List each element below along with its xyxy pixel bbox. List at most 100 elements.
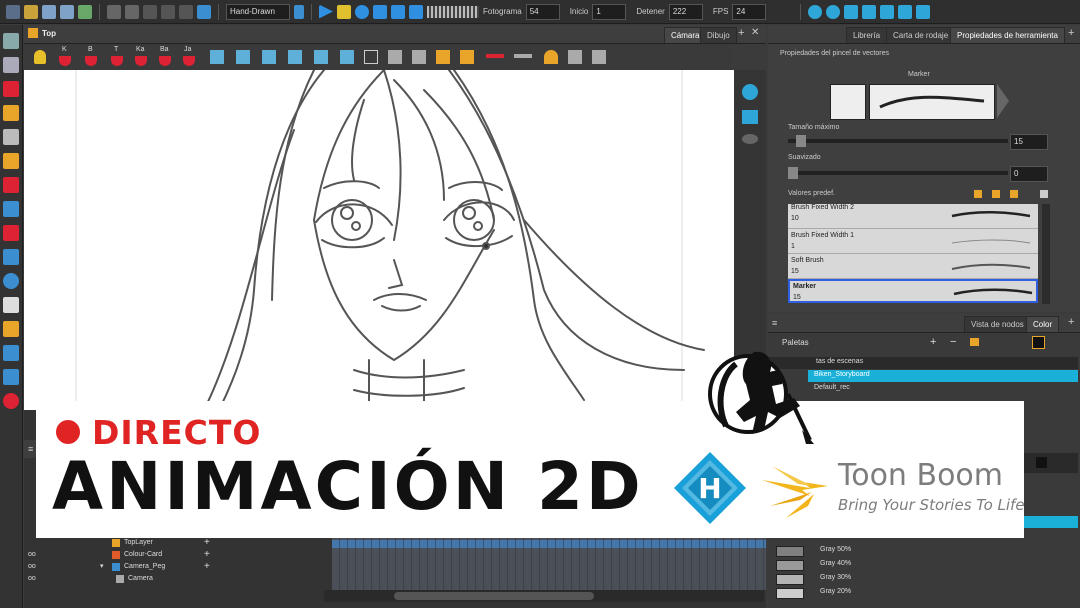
mode-select[interactable]: Hand-Drawn <box>226 3 290 20</box>
open-folder-icon[interactable] <box>24 4 38 19</box>
preset-menu-icon[interactable] <box>1040 190 1048 198</box>
timeline-scrollbar[interactable] <box>324 590 764 602</box>
expand-icon[interactable]: ▾ <box>100 562 104 570</box>
lock-icon[interactable] <box>436 50 450 64</box>
smoothing-slider-handle[interactable] <box>788 167 798 179</box>
stop-field[interactable]: 222 <box>668 3 703 20</box>
add-palette-icon[interactable]: + <box>930 336 936 348</box>
loop-icon[interactable] <box>355 4 369 19</box>
tab-carta-de-rodaje[interactable]: Carta de rodaje <box>886 27 956 43</box>
brush-preset-ba-icon[interactable] <box>159 56 171 66</box>
colour-swatch-black-icon[interactable] <box>1036 457 1047 468</box>
timeline-scroll-thumb[interactable] <box>394 592 594 600</box>
new-file-icon[interactable] <box>6 4 20 19</box>
preset-row-selected[interactable]: Marker 15 <box>788 279 1038 303</box>
preset-row[interactable]: Brush Fixed Width 1 1 <box>788 229 1038 254</box>
add-layer-icon[interactable]: + <box>204 561 210 572</box>
preset-row[interactable]: Brush Fixed Width 2 10 <box>788 204 1038 229</box>
max-size-slider[interactable] <box>788 139 1008 143</box>
bone-icon[interactable] <box>880 4 895 19</box>
light-table-icon[interactable] <box>34 50 46 64</box>
redo-icon[interactable] <box>125 4 139 19</box>
rotate-icon[interactable] <box>826 4 841 19</box>
stroke-width-icon[interactable] <box>486 54 504 58</box>
layer-stack-5-icon[interactable] <box>314 50 328 64</box>
colour-row[interactable]: Gray 50% <box>774 544 1074 557</box>
layers-view-icon[interactable] <box>742 110 758 124</box>
stroke-thin-icon[interactable] <box>514 54 532 58</box>
brush-stroke-preview[interactable] <box>869 84 995 120</box>
layer-stack-2-icon[interactable] <box>236 50 250 64</box>
add-layer-icon[interactable]: + <box>204 537 210 548</box>
remove-palette-icon[interactable]: − <box>950 336 956 348</box>
drawing-canvas[interactable] <box>24 70 734 410</box>
delete-preset-icon[interactable] <box>1010 190 1018 198</box>
flip-icon[interactable] <box>568 50 582 64</box>
reset-view-icon[interactable] <box>412 50 426 64</box>
first-frame-icon[interactable] <box>373 4 387 19</box>
contour-editor-icon[interactable] <box>3 57 19 73</box>
kinematic-icon[interactable] <box>898 4 913 19</box>
play-icon[interactable] <box>319 4 333 19</box>
copy-icon[interactable] <box>161 4 175 19</box>
cutter-tool-icon[interactable] <box>3 225 19 241</box>
undo-icon[interactable] <box>107 4 121 19</box>
paste-icon[interactable] <box>179 4 193 19</box>
folder-icon[interactable] <box>970 338 979 346</box>
close-view-icon[interactable]: ✕ <box>751 27 759 38</box>
cut-icon[interactable] <box>143 4 157 19</box>
preset-row[interactable]: Soft Brush 15 <box>788 254 1038 279</box>
layer-row[interactable]: TopLayer + <box>28 537 328 550</box>
pencil-tool-icon[interactable] <box>3 105 19 121</box>
import-icon[interactable] <box>78 4 92 19</box>
frame-field[interactable]: 54 <box>525 3 560 20</box>
morph-tool-icon[interactable] <box>3 345 19 361</box>
sound-icon[interactable] <box>409 4 423 19</box>
palette-link-icon[interactable] <box>1032 336 1045 349</box>
smoothing-field[interactable]: 0 <box>1010 166 1048 182</box>
smoothing-slider[interactable] <box>788 171 1008 175</box>
layer-stack-6-icon[interactable] <box>340 50 354 64</box>
transform-icon[interactable] <box>808 4 823 19</box>
rename-preset-icon[interactable] <box>992 190 1000 198</box>
timeline-exposure-row[interactable] <box>332 540 766 548</box>
save-as-icon[interactable] <box>60 4 74 19</box>
pivot-tool-icon[interactable] <box>3 321 19 337</box>
layer-stack-4-icon[interactable] <box>288 50 302 64</box>
presets-scrollbar[interactable] <box>1042 204 1050 304</box>
brush-preset-t-icon[interactable] <box>111 56 123 66</box>
panel-menu-icon[interactable]: ≡ <box>28 444 33 454</box>
hand-tool-icon[interactable] <box>3 297 19 313</box>
tab-libreria[interactable]: Librería <box>846 27 888 43</box>
add-panel-icon[interactable]: + <box>1068 27 1074 39</box>
last-frame-icon[interactable] <box>391 4 405 19</box>
max-size-field[interactable]: 15 <box>1010 134 1048 150</box>
chevron-down-icon[interactable] <box>294 4 304 19</box>
brush-preset-b-icon[interactable] <box>85 56 97 66</box>
start-field[interactable]: 1 <box>592 3 627 20</box>
play-selection-icon[interactable] <box>337 4 351 19</box>
tab-propiedades-herramienta[interactable]: Propiedades de herramienta <box>950 27 1065 43</box>
tab-dibujo[interactable]: Dibujo <box>700 27 737 43</box>
breadcrumb[interactable]: Top <box>42 29 56 38</box>
visibility-icon[interactable]: oo <box>28 551 36 558</box>
fps-field[interactable]: 24 <box>732 3 767 20</box>
layer-row[interactable]: oo Camera <box>28 574 328 586</box>
unlock-icon[interactable] <box>460 50 474 64</box>
line-tool-icon[interactable] <box>3 201 19 217</box>
layer-row[interactable]: oo ▾ Camera_Peg + <box>28 561 328 574</box>
palette-item[interactable]: Default_rec <box>808 383 1078 395</box>
text-tool-icon[interactable] <box>3 129 19 145</box>
pin-icon[interactable] <box>916 4 931 19</box>
paint-bucket-icon[interactable] <box>3 177 19 193</box>
clear-icon[interactable] <box>592 50 606 64</box>
skew-icon[interactable] <box>844 4 859 19</box>
layer-stack-1-icon[interactable] <box>210 50 224 64</box>
brush-preset-k-icon[interactable] <box>59 56 71 66</box>
colour-picker-icon[interactable] <box>544 50 558 64</box>
brush-menu-arrow-icon[interactable] <box>997 84 1009 118</box>
eye-icon[interactable] <box>742 84 758 100</box>
hidden-eye-icon[interactable] <box>742 134 758 144</box>
panel-menu-icon[interactable]: ≡ <box>772 318 777 328</box>
tab-vista-de-nodos[interactable]: Vista de nodos <box>964 316 1031 332</box>
